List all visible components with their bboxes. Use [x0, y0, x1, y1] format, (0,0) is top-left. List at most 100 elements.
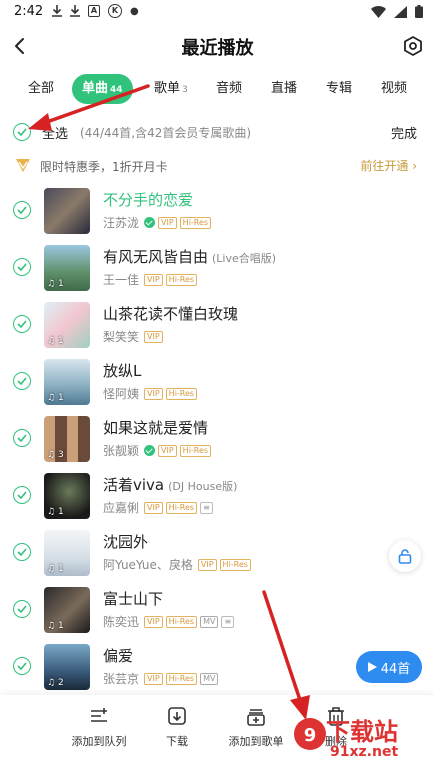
download-label: 下载 — [166, 735, 188, 748]
add-to-queue-button[interactable]: 添加到队列 — [59, 705, 139, 749]
check-icon — [17, 206, 27, 214]
hires-badge: Hi-Res — [179, 216, 212, 229]
hires-badge: Hi-Res — [165, 615, 198, 628]
album-cover: ♫ 1 — [44, 473, 90, 519]
song-row[interactable]: ♫ 1 放纵L 怪阿姨 VIP Hi-Res — [0, 357, 435, 407]
song-artist: 应嘉俐 — [103, 501, 140, 515]
album-cover: ♫ 3 — [44, 416, 90, 462]
check-icon — [17, 662, 27, 670]
play-all-label: 44首 — [380, 661, 411, 677]
verified-icon — [144, 217, 156, 228]
song-checkbox[interactable] — [13, 258, 31, 276]
song-checkbox[interactable] — [13, 201, 31, 219]
check-icon — [17, 320, 27, 328]
tab-albums[interactable]: 专辑 — [326, 74, 352, 104]
tab-bar: 全部 单曲 44 歌单 3 音频 直播 专辑 视频 — [0, 74, 435, 104]
tab-all[interactable]: 全部 — [28, 74, 54, 104]
check-icon — [17, 548, 27, 556]
song-row[interactable]: ♫ 1 有风无风皆自由 (Live合唱版) 王一佳 VIP Hi-Res — [0, 243, 435, 293]
vip-badge: VIP — [144, 672, 163, 685]
play-icon — [367, 662, 377, 672]
done-button[interactable]: 完成 — [391, 123, 417, 142]
tab-audio[interactable]: 音频 — [216, 74, 242, 104]
play-count: ♫ 1 — [47, 621, 64, 631]
song-row[interactable]: ♫ 1 山茶花读不懂白玫瑰 梨笑笑 VIP — [0, 300, 435, 350]
song-title: 活着viva (DJ House版) — [103, 476, 238, 494]
song-title: 放纵L — [103, 362, 142, 380]
song-row[interactable]: ♫ 1 活着viva (DJ House版) 应嘉俐 VIP Hi-Res ≡ — [0, 471, 435, 521]
battery-icon — [415, 5, 423, 18]
song-row[interactable]: 不分手的恋爱 汪苏泷 VIP Hi-Res — [0, 186, 435, 236]
promo-action-link[interactable]: 前往开通 › — [360, 157, 417, 174]
check-icon — [17, 605, 27, 613]
song-artist: 陈奕迅 — [103, 615, 140, 629]
song-meta: 梨笑笑 VIP — [103, 328, 163, 345]
song-row[interactable]: ♫ 3 如果这就是爱情 张靓颖 VIP Hi-Res — [0, 414, 435, 464]
download-button[interactable]: 下载 — [137, 705, 217, 749]
tab-singles[interactable]: 单曲 44 — [72, 74, 133, 104]
tab-label: 音频 — [216, 81, 243, 96]
hires-badge: Hi-Res — [165, 387, 198, 400]
mv-badge: MV — [200, 615, 219, 628]
song-artist: 汪苏泷 — [103, 216, 140, 230]
song-artist: 梨笑笑 — [103, 330, 140, 344]
song-title: 如果这就是爱情 — [103, 419, 209, 437]
vip-promo-banner[interactable]: 限时特惠季，1折开月卡 前往开通 › — [0, 154, 435, 178]
lyrics-badge: ≡ — [200, 501, 213, 514]
song-artist: 张靓颖 — [103, 444, 140, 458]
dot-icon: ● — [130, 5, 139, 17]
tab-label: 直播 — [271, 81, 298, 96]
song-checkbox[interactable] — [13, 657, 31, 675]
song-checkbox[interactable] — [13, 543, 31, 561]
song-checkbox[interactable] — [13, 486, 31, 504]
song-artist: 张芸京 — [103, 672, 140, 686]
vip-crown-icon — [16, 159, 30, 172]
select-all-checkbox[interactable] — [13, 123, 31, 141]
album-cover — [44, 188, 90, 234]
vip-badge: VIP — [158, 216, 177, 229]
vip-badge: VIP — [144, 615, 163, 628]
song-checkbox[interactable] — [13, 315, 31, 333]
tab-label: 歌单 — [154, 81, 181, 96]
song-checkbox[interactable] — [13, 429, 31, 447]
vip-badge: VIP — [158, 444, 177, 457]
hires-badge: Hi-Res — [179, 444, 212, 457]
add-to-queue-label: 添加到队列 — [71, 735, 127, 748]
song-checkbox[interactable] — [13, 600, 31, 618]
hires-badge: Hi-Res — [165, 672, 198, 685]
song-row[interactable]: ♫ 1 沈园外 阿YueYue、戾格 VIP Hi-Res — [0, 528, 435, 578]
song-title: 富士山下 — [103, 590, 164, 608]
lock-float-button[interactable] — [389, 540, 421, 572]
verified-icon — [144, 445, 156, 456]
signal-icon — [394, 5, 407, 18]
song-meta: 王一佳 VIP Hi-Res — [103, 271, 198, 288]
page-title: 最近播放 — [181, 38, 254, 59]
tab-label: 全部 — [28, 81, 55, 96]
song-meta: 汪苏泷 VIP Hi-Res — [103, 214, 212, 231]
svg-text:9: 9 — [304, 725, 317, 746]
check-icon — [17, 377, 27, 385]
tab-videos[interactable]: 视频 — [381, 74, 407, 104]
check-icon — [17, 434, 27, 442]
tab-label: 专辑 — [326, 81, 353, 96]
song-checkbox[interactable] — [13, 372, 31, 390]
tab-playlists[interactable]: 歌单 3 — [154, 74, 188, 104]
app-k-icon: K — [108, 4, 122, 18]
add-to-playlist-button[interactable]: 添加到歌单 — [216, 705, 296, 749]
album-cover: ♫ 1 — [44, 530, 90, 576]
album-cover: ♫ 2 — [44, 644, 90, 690]
add-to-playlist-label: 添加到歌单 — [228, 735, 284, 748]
album-cover: ♫ 1 — [44, 359, 90, 405]
status-bar: 2:42 A K ● — [0, 0, 435, 26]
song-meta: 陈奕迅 VIP Hi-Res MV ≡ — [103, 613, 235, 630]
status-system-icons — [371, 5, 423, 18]
play-count: ♫ 1 — [47, 393, 64, 403]
tab-live[interactable]: 直播 — [271, 74, 297, 104]
tab-label: 单曲 — [82, 81, 109, 96]
play-all-button[interactable]: 44首 — [356, 651, 422, 683]
playlist-add-icon — [247, 709, 265, 726]
settings-hexagon-icon[interactable] — [399, 32, 427, 60]
hires-badge: Hi-Res — [165, 501, 198, 514]
watermark-logo-icon: 9 — [294, 718, 326, 750]
song-row[interactable]: ♫ 1 富士山下 陈奕迅 VIP Hi-Res MV ≡ — [0, 585, 435, 635]
